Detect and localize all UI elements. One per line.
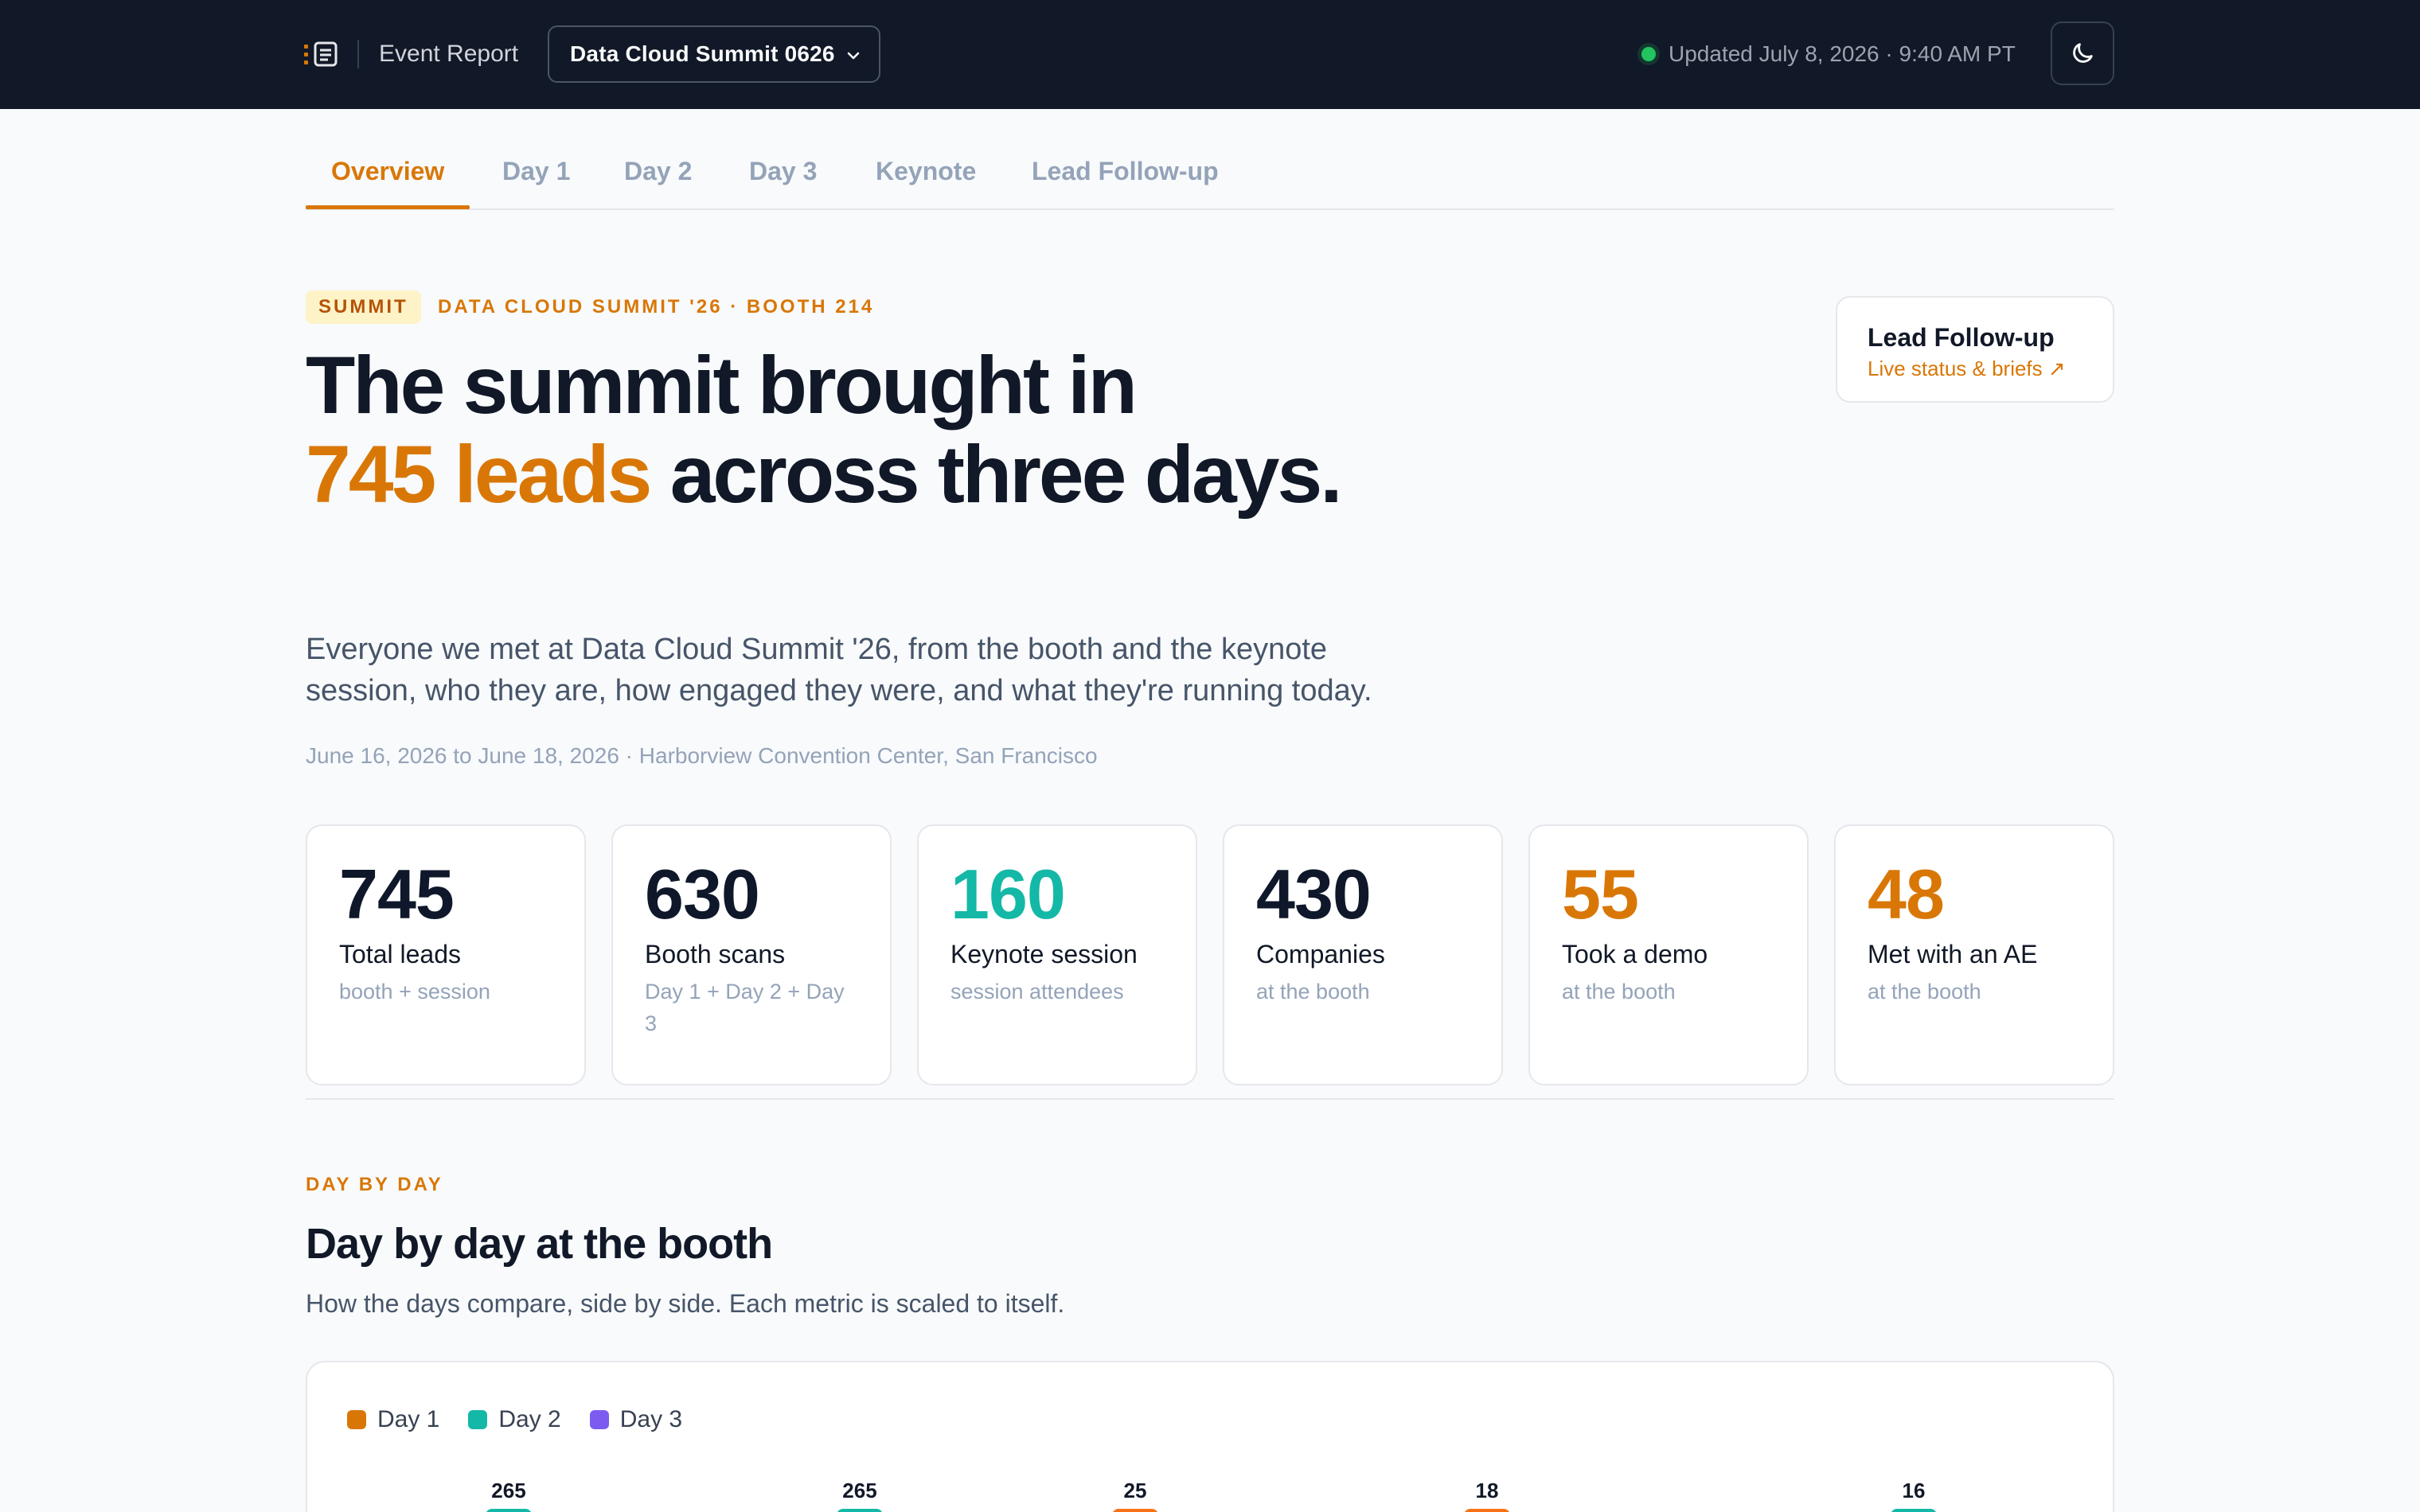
section-divider (306, 1098, 2114, 1100)
brand-label: Event Report (379, 41, 519, 67)
stat-label: Keynote session (950, 940, 1138, 968)
section-kicker: DAY BY DAY (306, 1174, 443, 1195)
legend-label: Day 1 (377, 1406, 440, 1432)
stat-label: Companies (1256, 940, 1385, 968)
bar-value-label: 265 (842, 1479, 877, 1502)
chart-bar (1112, 1509, 1158, 1512)
report-tabs: Overview Day 1 Day 2 Day 3 Keynote Lead … (306, 135, 2114, 210)
stat-value: 745 (339, 855, 455, 933)
bar-value-label: 25 (1123, 1479, 1147, 1502)
brand-divider (357, 40, 359, 68)
legend-swatch (589, 1410, 609, 1429)
stat-value: 55 (1562, 855, 1639, 933)
stat-value: 48 (1868, 855, 1945, 933)
lead-follow-up-title: Lead Follow-up (1868, 323, 2055, 352)
stat-value: 630 (645, 855, 760, 933)
chart-legend: Day 1 Day 2 Day 3 (347, 1404, 682, 1436)
tab-day-2[interactable]: Day 2 (624, 153, 692, 189)
event-dates-location: June 16, 2026 to June 18, 2026 · Harborv… (306, 743, 1098, 768)
stat-sub: booth + session (339, 980, 490, 1003)
hero-kicker: DATA CLOUD SUMMIT '26 · BOOTH 214 (438, 296, 875, 318)
hero-description: Everyone we met at Data Cloud Summit '26… (306, 633, 1372, 707)
stat-sub: at the booth (1562, 980, 1676, 1003)
stat-label: Total leads (339, 940, 461, 968)
chevron-down-icon (847, 52, 860, 60)
summit-badge: SUMMIT (306, 290, 421, 324)
bar-value-label: 265 (491, 1479, 526, 1502)
event-select-label: Data Cloud Summit 0626 (570, 41, 835, 66)
legend-item-day-2: Day 2 (468, 1404, 561, 1436)
stat-card-total-leads: 745 Total leads booth + session (306, 824, 586, 1085)
legend-label: Day 3 (619, 1406, 683, 1432)
moon-icon (2073, 43, 2093, 63)
top-bar: Event Report Data Cloud Summit 0626 Upda… (0, 0, 2420, 109)
tab-keynote[interactable]: Keynote (876, 153, 976, 189)
headline-pre: The summit brought in (306, 340, 1138, 431)
page-title: The summit brought in 745 leads across th… (306, 341, 1420, 519)
stat-value: 430 (1256, 855, 1372, 933)
stat-value: 160 (950, 855, 1066, 933)
tab-lead-follow-up[interactable]: Lead Follow-up (1032, 153, 1219, 189)
stat-card-booth-scans: 630 Booth scans Day 1 + Day 2 + Day 3 (611, 824, 892, 1085)
event-select[interactable]: Data Cloud Summit 0626 (548, 25, 880, 83)
bar-value-label: 18 (1475, 1479, 1499, 1502)
active-tab-indicator (306, 205, 470, 209)
stat-sub: Day 1 + Day 2 + Day 3 (645, 980, 845, 1035)
stat-card-keynote-session: 160 Keynote session session attendees (917, 824, 1197, 1085)
chart-bar (1891, 1509, 1937, 1512)
section-title: Day by day at the booth (306, 1220, 773, 1268)
legend-swatch (468, 1410, 488, 1429)
stat-label: Met with an AE (1868, 940, 2038, 968)
headline-accent: 745 leads (306, 429, 652, 520)
stat-label: Booth scans (645, 940, 786, 968)
legend-label: Day 2 (498, 1406, 561, 1432)
chart-bar (1464, 1509, 1510, 1512)
theme-toggle-button[interactable] (2051, 21, 2114, 85)
tab-day-3[interactable]: Day 3 (749, 153, 817, 189)
stat-card-met-with-ae: 48 Met with an AE at the booth (1834, 824, 2114, 1085)
stat-sub: session attendees (950, 980, 1124, 1003)
tab-overview[interactable]: Overview (331, 153, 444, 189)
day-by-day-chart: Day 1 Day 2 Day 3 265 265 25 18 16 (306, 1361, 2114, 1512)
stat-card-took-a-demo: 55 Took a demo at the booth (1528, 824, 1809, 1085)
tab-day-1[interactable]: Day 1 (502, 153, 570, 189)
updated-status: Updated July 8, 2026 · 9:40 AM PT (1669, 41, 2016, 66)
chart-bar (486, 1509, 532, 1512)
stat-sub: at the booth (1256, 980, 1370, 1003)
legend-item-day-1: Day 1 (347, 1404, 439, 1436)
stat-card-companies: 430 Companies at the booth (1223, 824, 1503, 1085)
report-logo-icon[interactable] (304, 41, 341, 67)
lead-follow-up-link[interactable]: Live status & briefs ↗ (1868, 355, 2082, 382)
bar-value-label: 16 (1902, 1479, 1926, 1502)
stat-label: Took a demo (1562, 940, 1708, 968)
headline-post: across three days. (669, 429, 1343, 520)
legend-swatch (347, 1410, 366, 1429)
legend-item-day-3: Day 3 (589, 1404, 683, 1436)
lead-follow-up-card[interactable]: Lead Follow-up Live status & briefs ↗ (1836, 296, 2114, 403)
section-description: How the days compare, side by side. Each… (306, 1289, 1065, 1318)
stat-sub: at the booth (1868, 980, 1981, 1003)
status-dot-icon (1641, 47, 1656, 61)
chart-bar (837, 1509, 883, 1512)
